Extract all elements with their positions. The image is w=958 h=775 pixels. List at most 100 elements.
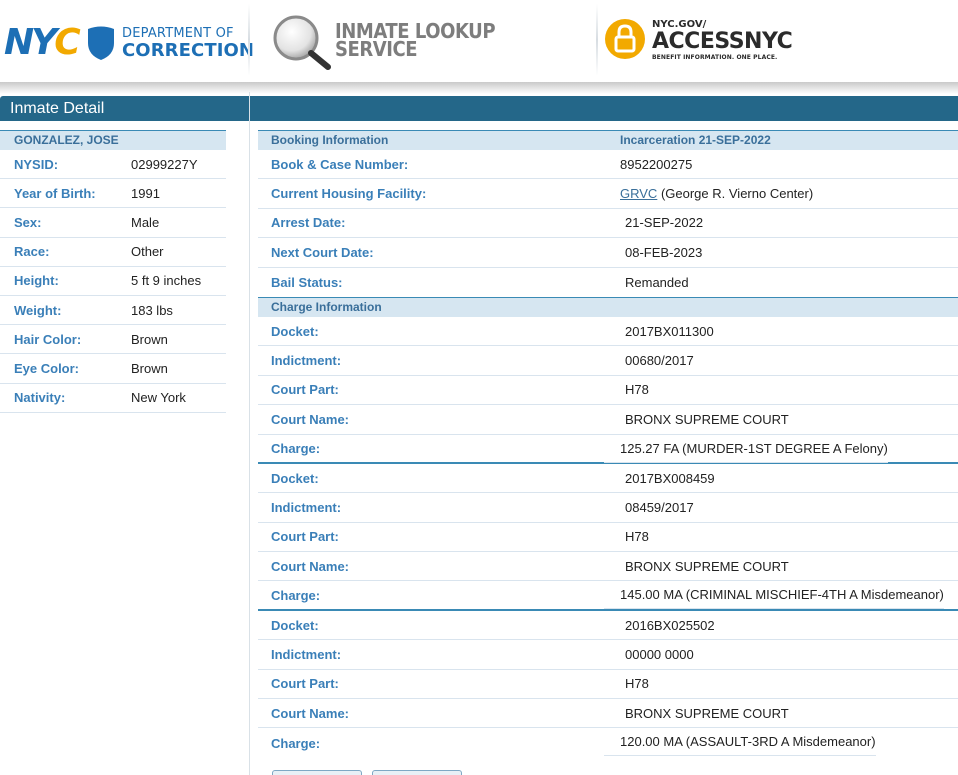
- nyc-logo-c: C: [54, 22, 80, 63]
- next-court-date-row: Next Court Date: 08-FEB-2023: [258, 238, 958, 268]
- field-label: Book & Case Number:: [271, 156, 409, 172]
- field-label: Charge:: [271, 735, 321, 751]
- facility-value: GRVC (George R. Vierno Center): [620, 186, 813, 201]
- access-tagline: BENEFIT INFORMATION. ONE PLACE.: [652, 54, 778, 61]
- field-value: Other: [131, 244, 164, 260]
- field-label: Indictment:: [271, 353, 342, 369]
- arrest-date-row: Arrest Date: 21-SEP-2022: [258, 209, 958, 239]
- field-value: BRONX SUPREME COURT: [625, 558, 789, 574]
- housing-facility-row: Current Housing Facility: GRVC (George R.…: [258, 179, 958, 209]
- indictment-row: Indictment: 08459/2017: [258, 493, 958, 523]
- inmate-name: GONZALEZ, JOSE: [0, 130, 226, 150]
- magnifying-glass-icon: [273, 15, 331, 70]
- doc-logo-text[interactable]: DEPARTMENT OF CORRECTION: [122, 26, 254, 61]
- field-value: H78: [625, 529, 649, 545]
- field-value: 145.00 MA (CRIMINAL MISCHIEF-4TH A Misde…: [604, 581, 944, 610]
- field-value: 8952200275: [620, 156, 693, 172]
- panel-divider: [249, 92, 250, 775]
- field-value: 02999227Y: [131, 156, 198, 172]
- field-label: Sex:: [14, 214, 42, 230]
- bail-status-row: Bail Status: Remanded: [258, 268, 958, 297]
- indictment-row: Indictment: 00680/2017: [258, 346, 958, 376]
- field-label: Docket:: [271, 617, 319, 633]
- field-label: Court Name:: [271, 411, 350, 427]
- field-value: 125.27 FA (MURDER-1ST DEGREE A Felony): [604, 435, 888, 463]
- field-value: Remanded: [625, 274, 689, 290]
- field-label: Court Part:: [271, 529, 339, 545]
- indictment-row: Indictment: 00000 0000: [258, 640, 958, 670]
- charge-row: Charge: 145.00 MA (CRIMINAL MISCHIEF-4TH …: [258, 581, 958, 611]
- charge-header-label: Charge Information: [271, 299, 382, 314]
- booking-panel: Booking Information Incarceration 21-SEP…: [258, 130, 958, 758]
- action-button[interactable]: [372, 770, 462, 775]
- docket-row: Docket: 2016BX025502: [258, 611, 958, 641]
- field-label: Court Name:: [271, 705, 350, 721]
- field-row: Weight: 183 lbs: [0, 296, 226, 326]
- booking-header: Booking Information Incarceration 21-SEP…: [258, 130, 958, 150]
- field-label: Race:: [14, 244, 50, 260]
- field-row: Height: 5 ft 9 inches: [0, 267, 226, 296]
- charge-row: Charge: 125.27 FA (MURDER-1ST DEGREE A Fe…: [258, 435, 958, 464]
- header-shadow: [0, 82, 958, 94]
- facility-link[interactable]: GRVC: [620, 186, 657, 201]
- field-value: BRONX SUPREME COURT: [625, 411, 789, 427]
- book-case-row: Book & Case Number: 8952200275: [258, 150, 958, 180]
- field-label: Court Name:: [271, 558, 350, 574]
- doc-line1: DEPARTMENT OF: [122, 26, 234, 41]
- field-label: Next Court Date:: [271, 244, 374, 260]
- field-label: Charge:: [271, 587, 321, 603]
- field-row: Eye Color: Brown: [0, 354, 226, 384]
- incarceration-label: Incarceration 21-SEP-2022: [620, 133, 771, 147]
- access-line2: ACCESSNYC: [652, 29, 793, 54]
- court-part-row: Court Part: H78: [258, 670, 958, 700]
- booking-header-label: Booking Information: [271, 133, 389, 147]
- field-value: 00680/2017: [625, 353, 694, 369]
- field-label: Docket:: [271, 323, 319, 339]
- docket-row: Docket: 2017BX011300: [258, 317, 958, 347]
- field-value: 183 lbs: [131, 302, 173, 318]
- inmate-summary-panel: GONZALEZ, JOSE NYSID: 02999227Y Year of B…: [0, 130, 226, 413]
- field-label: Weight:: [14, 302, 62, 318]
- header-divider: [596, 4, 598, 76]
- facility-name: (George R. Vierno Center): [660, 186, 814, 202]
- field-value: 2017BX011300: [625, 323, 714, 339]
- court-name-row: Court Name: BRONX SUPREME COURT: [258, 552, 958, 582]
- field-label: Indictment:: [271, 646, 342, 662]
- field-label: Height:: [14, 273, 59, 289]
- charge-row: Charge: 120.00 MA (ASSAULT-3RD A Misdemea…: [258, 728, 958, 757]
- docket-row: Docket: 2017BX008459: [258, 464, 958, 494]
- field-label: NYSID:: [14, 156, 59, 172]
- field-label: Bail Status:: [271, 274, 343, 290]
- field-value: 5 ft 9 inches: [131, 273, 202, 289]
- field-label: Charge:: [271, 440, 321, 456]
- accessnyc-logo[interactable]: NYC.GOV/ ACCESSNYC BENEFIT INFORMATION. …: [652, 20, 793, 62]
- field-row: Sex: Male: [0, 208, 226, 238]
- lock-icon: [605, 19, 645, 59]
- doc-shield-icon: [88, 26, 114, 60]
- field-value: 2016BX025502: [625, 617, 715, 633]
- page-title: Inmate Detail: [0, 96, 958, 121]
- field-label: Year of Birth:: [14, 185, 96, 201]
- field-value: Brown: [131, 360, 168, 376]
- field-label: Eye Color:: [14, 360, 80, 376]
- header-divider: [248, 4, 250, 76]
- field-value: 120.00 MA (ASSAULT-3RD A Misdemeanor): [604, 728, 876, 757]
- field-label: Hair Color:: [14, 331, 82, 347]
- nyc-logo-ny: NY: [4, 22, 57, 63]
- field-value: 2017BX008459: [625, 470, 715, 486]
- field-value: New York: [131, 390, 186, 406]
- field-value: Brown: [131, 331, 168, 347]
- nyc-logo[interactable]: NY C: [4, 22, 81, 63]
- field-value: BRONX SUPREME COURT: [625, 705, 789, 721]
- field-label: Arrest Date:: [271, 215, 346, 231]
- action-button[interactable]: [272, 770, 362, 775]
- field-value: 08-FEB-2023: [625, 244, 703, 260]
- court-name-row: Court Name: BRONX SUPREME COURT: [258, 699, 958, 729]
- field-value: 1991: [131, 185, 160, 201]
- field-row: Year of Birth: 1991: [0, 179, 226, 209]
- field-label: Current Housing Facility:: [271, 186, 427, 202]
- court-part-row: Court Part: H78: [258, 376, 958, 406]
- field-label: Court Part:: [271, 676, 339, 692]
- field-label: Docket:: [271, 470, 319, 486]
- field-row: Hair Color: Brown: [0, 325, 226, 355]
